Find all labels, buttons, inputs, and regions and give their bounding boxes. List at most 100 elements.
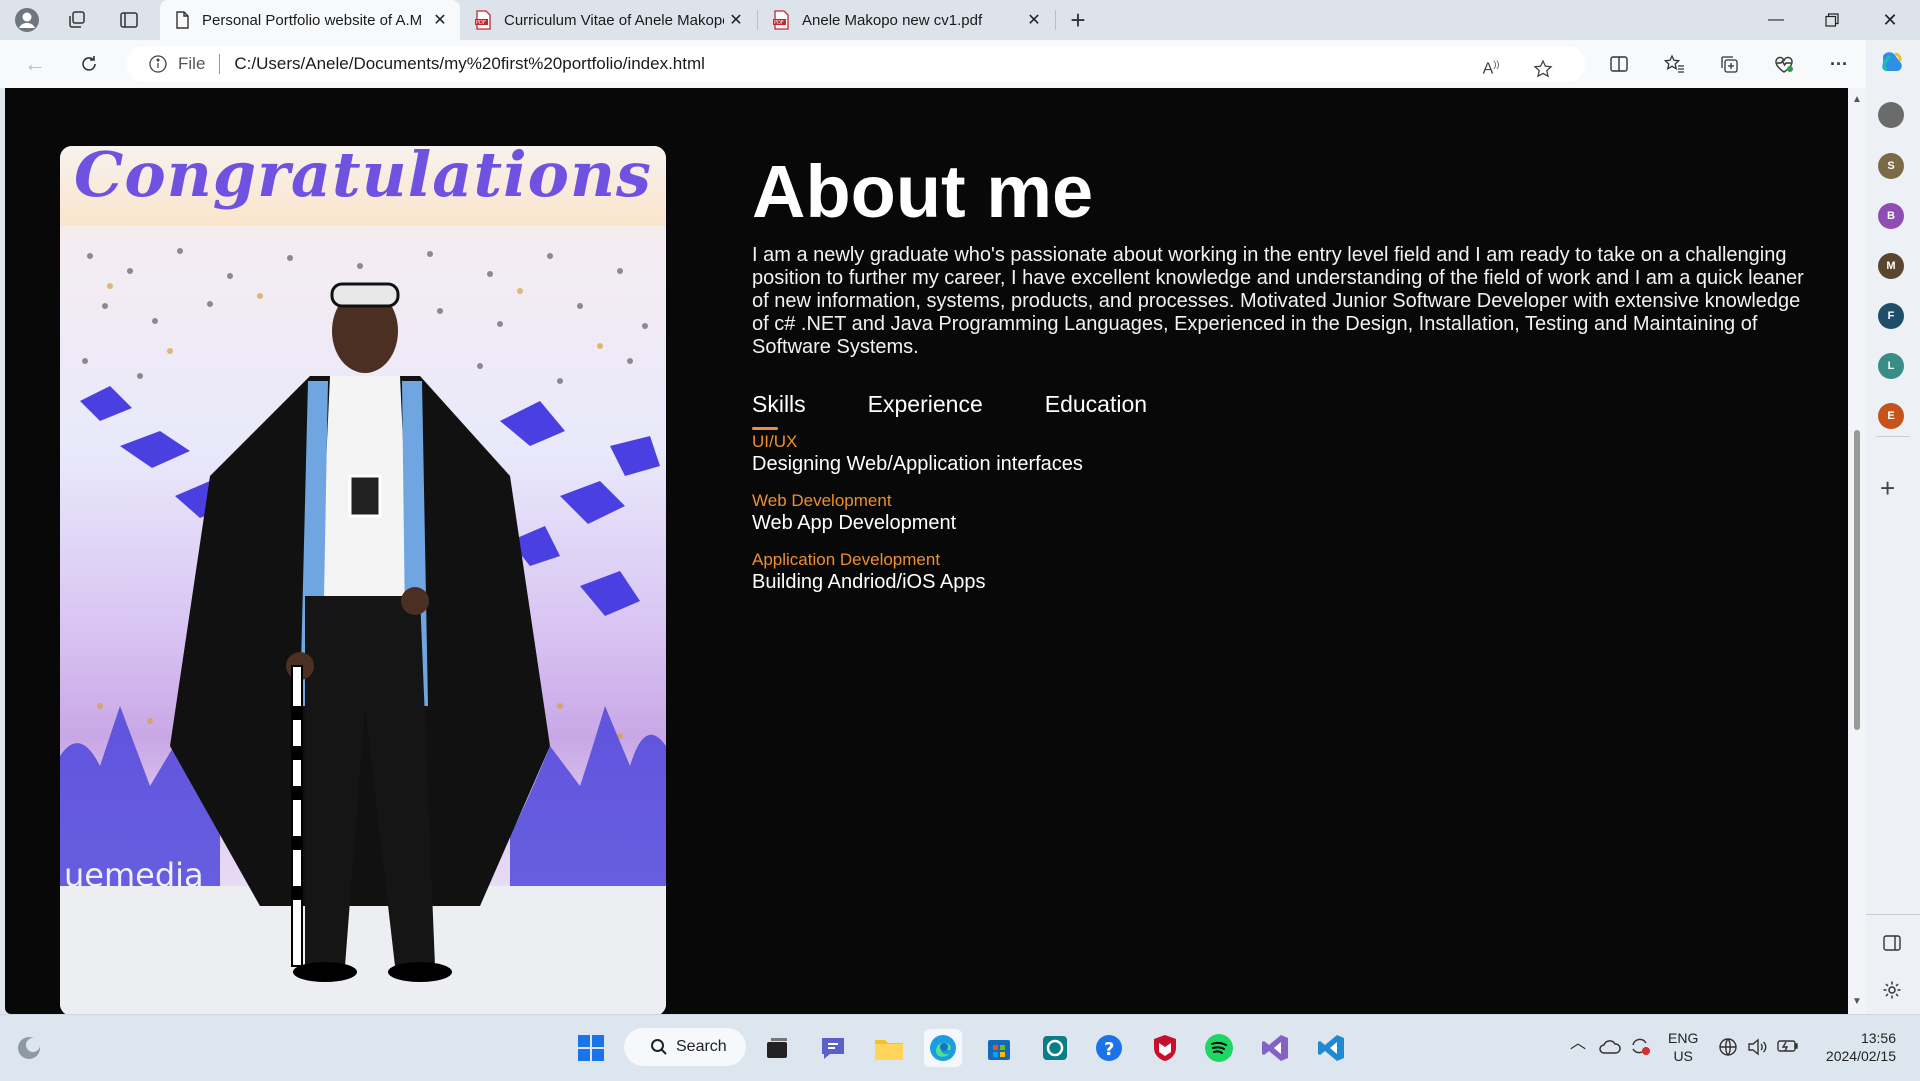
tab-portfolio[interactable]: Personal Portfolio website of A.M ✕ — [160, 0, 460, 40]
split-screen-button[interactable] — [1602, 48, 1636, 80]
language-indicator[interactable]: ENG US — [1668, 1029, 1698, 1065]
sync-button[interactable] — [1628, 1035, 1652, 1061]
site-info-icon[interactable] — [148, 54, 168, 74]
hide-sidebar-button[interactable] — [1882, 934, 1902, 957]
page-scrollbar[interactable]: ▲ ▼ — [1848, 88, 1866, 1014]
workspaces-button[interactable] — [62, 6, 92, 34]
favorite-button[interactable] — [1528, 54, 1558, 84]
store-icon — [988, 1040, 1010, 1060]
close-tab-icon[interactable]: ✕ — [726, 10, 746, 30]
file-explorer-button[interactable] — [870, 1029, 908, 1067]
sidebar-profile[interactable]: B — [1878, 203, 1904, 229]
tab-cv-pdf[interactable]: PDF Anele Makopo new cv1.pdf ✕ — [758, 0, 1054, 40]
weather-widget[interactable] — [10, 1029, 48, 1067]
restore-button[interactable] — [1804, 0, 1860, 40]
profile-button[interactable] — [12, 6, 42, 34]
copilot-icon — [1882, 52, 1902, 72]
list-item: Application Development Building Andriod… — [752, 550, 1083, 594]
chevron-up-icon: ︿ — [1570, 1035, 1587, 1052]
sidebar-profile[interactable]: L — [1878, 353, 1904, 379]
sidebar-toggle-icon — [1883, 935, 1901, 951]
skill-description: Building Andriod/iOS Apps — [752, 571, 986, 593]
sidebar-profile[interactable]: F — [1878, 303, 1904, 329]
app-button[interactable] — [1036, 1029, 1074, 1067]
battery-button[interactable] — [1776, 1037, 1800, 1059]
collections-button[interactable] — [1712, 48, 1746, 80]
svg-text:?: ? — [1104, 1039, 1114, 1060]
teams-chat-button[interactable] — [814, 1029, 852, 1067]
scroll-down-icon[interactable]: ▼ — [1852, 996, 1862, 1007]
windows-icon — [578, 1035, 604, 1061]
sidebar-settings-button[interactable] — [1882, 980, 1902, 1005]
tab-cv[interactable]: PDF Curriculum Vitae of Anele Makopo ✕ — [460, 0, 756, 40]
weather-icon — [18, 1037, 40, 1059]
tab-education[interactable]: Education — [1045, 391, 1147, 418]
split-screen-icon — [1610, 56, 1628, 72]
onedrive-button[interactable] — [1598, 1037, 1622, 1059]
about-paragraph: I am a newly graduate who's passionate a… — [752, 244, 1804, 358]
favorites-button[interactable] — [1657, 48, 1691, 80]
help-button[interactable]: ? — [1090, 1029, 1128, 1067]
gear-icon — [1883, 981, 1901, 999]
network-button[interactable] — [1718, 1037, 1738, 1061]
chat-icon — [822, 1038, 844, 1059]
close-icon: ✕ — [1882, 9, 1898, 30]
divider — [1876, 436, 1910, 437]
favorites-icon — [1663, 54, 1684, 73]
close-window-button[interactable]: ✕ — [1862, 0, 1918, 40]
vscode-button[interactable] — [1312, 1029, 1350, 1067]
close-tab-icon[interactable]: ✕ — [1024, 10, 1044, 30]
copilot-button[interactable] — [1877, 48, 1907, 78]
task-view-icon — [767, 1038, 787, 1058]
restore-icon — [1825, 13, 1839, 27]
taskbar-search[interactable]: Search — [624, 1028, 746, 1066]
store-button[interactable] — [980, 1029, 1018, 1067]
sync-icon — [1632, 1038, 1650, 1055]
sidebar-profile[interactable] — [1878, 102, 1904, 128]
tab-skills[interactable]: Skills — [752, 391, 806, 430]
tab-actions-button[interactable] — [114, 6, 144, 34]
edge-taskbar-button[interactable] — [924, 1029, 962, 1067]
read-aloud-button[interactable]: A)) — [1476, 54, 1506, 84]
sidebar-profile[interactable]: E — [1878, 403, 1904, 429]
back-button[interactable]: ← — [18, 48, 52, 80]
url-text[interactable]: C:/Users/Anele/Documents/my%20first%20po… — [234, 54, 705, 74]
start-button[interactable] — [572, 1029, 610, 1067]
volume-button[interactable] — [1746, 1037, 1768, 1061]
minimize-button[interactable]: — — [1748, 0, 1804, 40]
new-tab-button[interactable]: + — [1063, 5, 1093, 35]
scrollbar-thumb[interactable] — [1854, 430, 1860, 730]
scroll-up-icon[interactable]: ▲ — [1852, 94, 1862, 105]
globe-icon — [1719, 1038, 1737, 1056]
clock[interactable]: 13:56 2024/02/15 — [1816, 1029, 1896, 1065]
app-icon — [1043, 1036, 1067, 1060]
refresh-button[interactable] — [72, 48, 106, 80]
workspaces-icon — [69, 11, 85, 28]
about-heading: About me — [752, 150, 1094, 233]
page-icon — [176, 11, 189, 29]
spotify-button[interactable] — [1200, 1029, 1238, 1067]
battery-icon — [1777, 1040, 1798, 1052]
address-bar[interactable]: File C:/Users/Anele/Documents/my%20first… — [126, 46, 1586, 82]
add-sidebar-app-button[interactable]: + — [1880, 475, 1895, 501]
mcafee-button[interactable] — [1146, 1029, 1184, 1067]
sidebar-profile[interactable]: S — [1878, 153, 1904, 179]
settings-more-button[interactable]: ··· — [1822, 48, 1856, 80]
tab-strip: Personal Portfolio website of A.M ✕ PDF … — [0, 0, 1920, 40]
close-tab-icon[interactable]: ✕ — [430, 10, 450, 30]
web-page: Congratulations uemedia About me I am a … — [5, 88, 1848, 1014]
divider — [1866, 914, 1920, 915]
sidebar-profile[interactable]: M — [1878, 253, 1904, 279]
minimize-icon: — — [1768, 11, 1784, 28]
show-hidden-icons-button[interactable]: ︿ — [1570, 1035, 1586, 1053]
task-view-button[interactable] — [758, 1029, 796, 1067]
about-section: About me I am a newly graduate who's pas… — [752, 150, 1812, 359]
clock-date: 2024/02/15 — [1825, 1048, 1896, 1064]
pdf-icon: PDF — [773, 10, 789, 30]
browser-essentials-button[interactable] — [1767, 48, 1801, 80]
visual-studio-button[interactable] — [1256, 1029, 1294, 1067]
tab-title: Anele Makopo new cv1.pdf — [802, 11, 983, 29]
tab-experience[interactable]: Experience — [868, 391, 983, 418]
windows-taskbar: Search ? ︿ ENG US 13:56 2024/02/15 — [0, 1014, 1920, 1081]
tab-actions-icon — [120, 12, 138, 28]
